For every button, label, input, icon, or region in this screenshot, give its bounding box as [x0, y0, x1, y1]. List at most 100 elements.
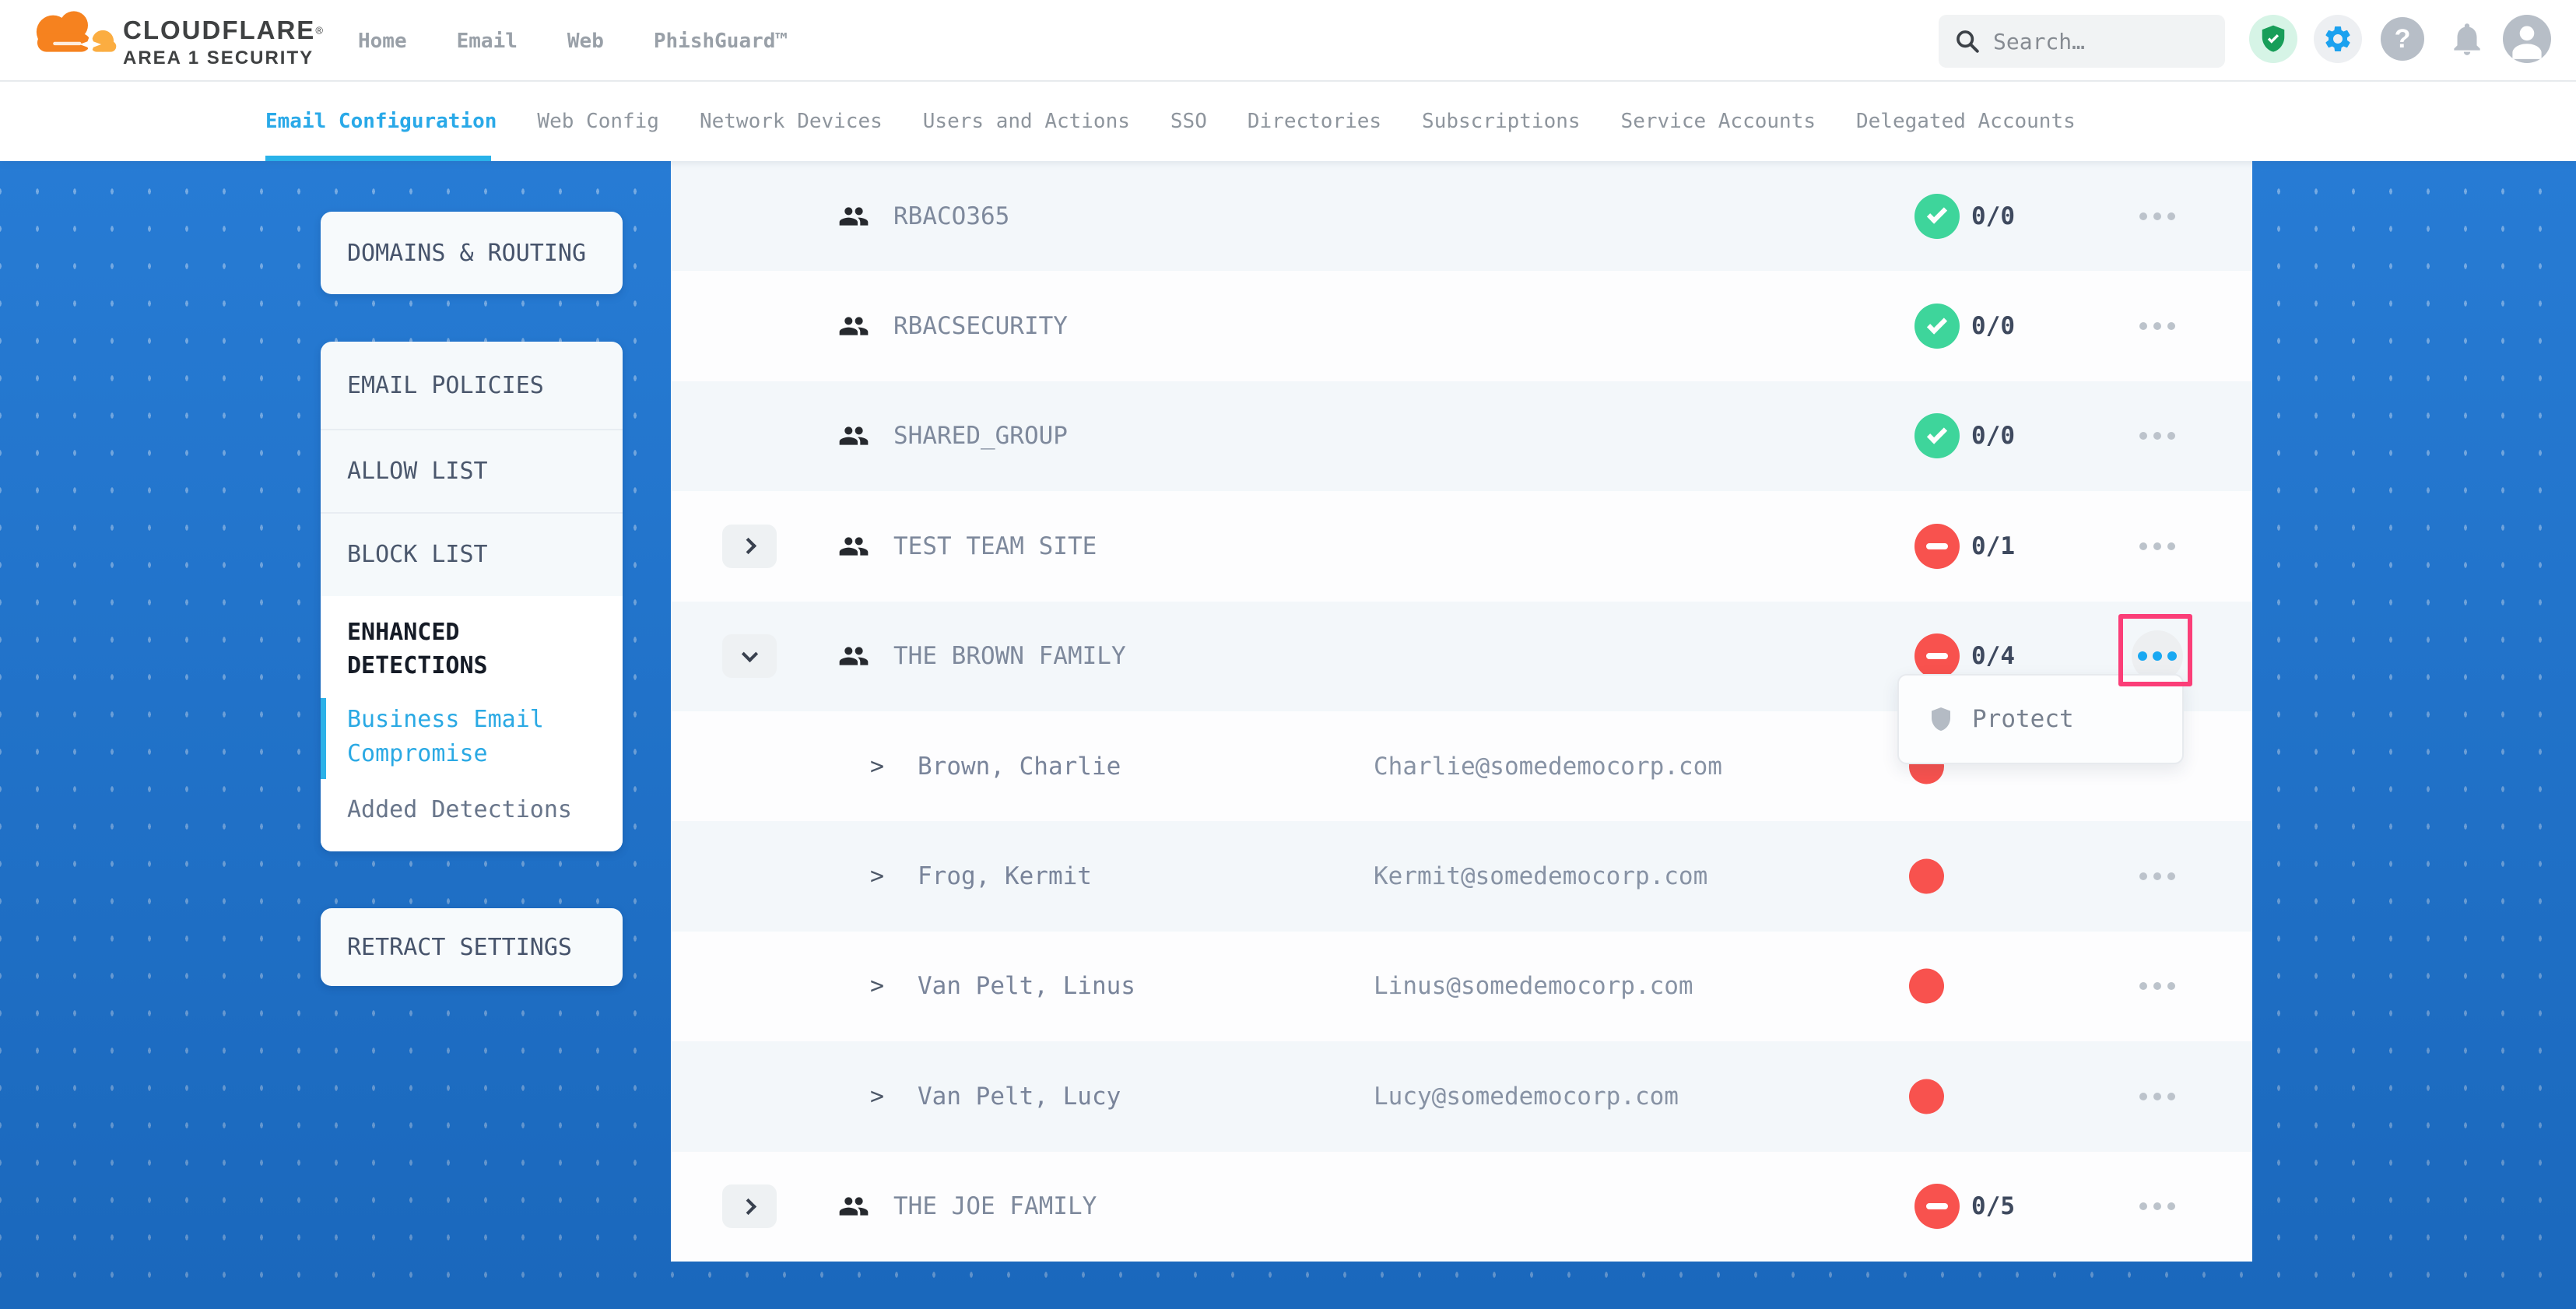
expand-button[interactable] [722, 1184, 777, 1228]
notifications-button[interactable] [2443, 15, 2491, 63]
table-row[interactable]: >Frog, KermitKermit@somedemocorp.com [671, 821, 2252, 931]
tab-directories[interactable]: Directories [1248, 110, 1381, 133]
ellipsis-icon [2153, 1202, 2161, 1210]
user-icon [2503, 15, 2551, 63]
sidebar-item-business-email-compromise[interactable]: Business Email Compromise [347, 703, 581, 771]
group-icon [836, 1191, 872, 1222]
tab-sso[interactable]: SSO [1170, 110, 1207, 133]
ellipsis-icon [2139, 982, 2147, 990]
row-menu-button[interactable] [2132, 960, 2183, 1012]
status-alert-badge [1914, 1184, 1960, 1229]
group-icon [836, 531, 872, 562]
status-ok-badge [1914, 304, 1960, 349]
sidebar-item-allow-list[interactable]: ALLOW LIST [321, 430, 623, 512]
cloudflare-logo-icon [30, 7, 121, 57]
ellipsis-icon [2167, 212, 2175, 220]
table-row[interactable]: TEST TEAM SITE 0/1 [671, 491, 2252, 601]
click-highlight [2118, 614, 2192, 686]
sidebar-item-enhanced-detections[interactable]: ENHANCED DETECTIONS [347, 616, 588, 683]
active-tab-underline [265, 156, 491, 161]
group-name: RBACSECURITY [893, 312, 1068, 340]
protected-count: 0/0 [1971, 422, 2015, 450]
table-row[interactable]: THE JOE FAMILY 0/5 [671, 1152, 2252, 1262]
row-menu-button[interactable] [2132, 851, 2183, 902]
status-alert-dot [1909, 859, 1944, 894]
tab-subscriptions[interactable]: Subscriptions [1422, 110, 1581, 133]
nav-link-phishguard[interactable]: PhishGuard™ [654, 30, 788, 53]
ellipsis-icon [2139, 872, 2147, 880]
security-status-button[interactable] [2249, 15, 2297, 63]
sidebar-policies-card: EMAIL POLICIES ALLOW LIST BLOCK LIST ENH… [321, 342, 623, 851]
tab-network-devices[interactable]: Network Devices [700, 110, 883, 133]
minus-icon [1926, 543, 1948, 549]
gear-icon [2322, 23, 2353, 54]
row-menu-button[interactable] [2132, 521, 2183, 572]
chevron-right-icon [739, 538, 756, 554]
check-icon [1927, 423, 1947, 444]
minus-icon [1926, 1203, 1948, 1209]
sidebar-item-domains-routing[interactable]: DOMAINS & ROUTING [321, 212, 623, 294]
status-ok-badge [1914, 194, 1960, 239]
tab-users-and-actions[interactable]: Users and Actions [923, 110, 1130, 133]
ellipsis-icon [2139, 212, 2147, 220]
status-alert-badge [1914, 633, 1960, 679]
row-menu-button[interactable] [2132, 1071, 2183, 1122]
table-row[interactable]: RBACSECURITY 0/0 [671, 271, 2252, 381]
brand-text: CLOUDFLARE® AREA 1 SECURITY [123, 16, 323, 69]
sidebar-item-block-list[interactable]: BLOCK LIST [321, 514, 623, 595]
menu-item-protect[interactable]: Protect [1972, 705, 2074, 733]
member-name: Frog, Kermit [918, 862, 1092, 890]
nav-link-email[interactable]: Email [457, 30, 518, 53]
member-email: Charlie@somedemocorp.com [1374, 753, 1722, 781]
ellipsis-icon [2167, 432, 2175, 440]
protected-count: 0/4 [1971, 642, 2015, 670]
table-row[interactable]: >Van Pelt, LinusLinus@somedemocorp.com [671, 932, 2252, 1041]
nav-link-web[interactable]: Web [567, 30, 604, 53]
settings-button[interactable] [2314, 15, 2362, 63]
nav-link-home[interactable]: Home [358, 30, 407, 53]
protected-count: 0/5 [1971, 1192, 2015, 1220]
group-icon [836, 640, 872, 672]
collapse-button[interactable] [722, 634, 777, 678]
member-email: Kermit@somedemocorp.com [1374, 862, 1707, 890]
row-menu-button[interactable] [2132, 191, 2183, 242]
row-menu-button[interactable] [2132, 410, 2183, 461]
tab-service-accounts[interactable]: Service Accounts [1621, 110, 1816, 133]
ellipsis-icon [2153, 212, 2161, 220]
help-button[interactable]: ? [2378, 15, 2427, 63]
row-menu-button[interactable] [2132, 300, 2183, 352]
search-box[interactable] [1939, 15, 2225, 68]
protected-count: 0/0 [1971, 312, 2015, 340]
table-row[interactable]: RBACO3650/0 [671, 161, 2252, 271]
group-name: TEST TEAM SITE [893, 532, 1097, 560]
expand-button[interactable] [722, 525, 777, 568]
row-menu-button[interactable] [2132, 1181, 2183, 1232]
member-chevron-icon: > [870, 1083, 884, 1110]
tab-email-configuration[interactable]: Email Configuration [265, 110, 497, 133]
group-name: SHARED_GROUP [893, 422, 1068, 450]
member-chevron-icon: > [870, 753, 884, 780]
shield-check-icon [2258, 23, 2288, 54]
search-input[interactable] [1993, 29, 2188, 54]
brand-trademark: ® [315, 25, 323, 37]
search-icon [1954, 28, 1981, 54]
table-row[interactable]: SHARED_GROUP 0/0 [671, 381, 2252, 491]
table-row[interactable]: >Van Pelt, LucyLucy@somedemocorp.com [671, 1041, 2252, 1151]
member-email: Lucy@somedemocorp.com [1374, 1083, 1679, 1111]
chevron-down-icon [741, 646, 757, 662]
group-name: THE BROWN FAMILY [893, 642, 1126, 670]
sidebar-item-retract-settings[interactable]: RETRACT SETTINGS [321, 908, 623, 986]
member-name: Brown, Charlie [918, 753, 1121, 781]
group-name: THE JOE FAMILY [893, 1192, 1097, 1220]
tab-web-config[interactable]: Web Config [537, 110, 659, 133]
status-alert-dot [1909, 969, 1944, 1004]
sidebar-item-email-policies[interactable]: EMAIL POLICIES [321, 342, 623, 429]
tab-delegated-accounts[interactable]: Delegated Accounts [1856, 110, 2076, 133]
protected-count: 0/0 [1971, 202, 2015, 230]
account-button[interactable] [2503, 15, 2551, 63]
ellipsis-icon [2167, 322, 2175, 330]
sidebar-item-added-detections[interactable]: Added Detections [347, 795, 572, 826]
group-icon [836, 420, 872, 451]
tab-bar: Email Configuration Web Config Network Dev… [0, 82, 2576, 161]
protected-count: 0/1 [1971, 532, 2015, 560]
